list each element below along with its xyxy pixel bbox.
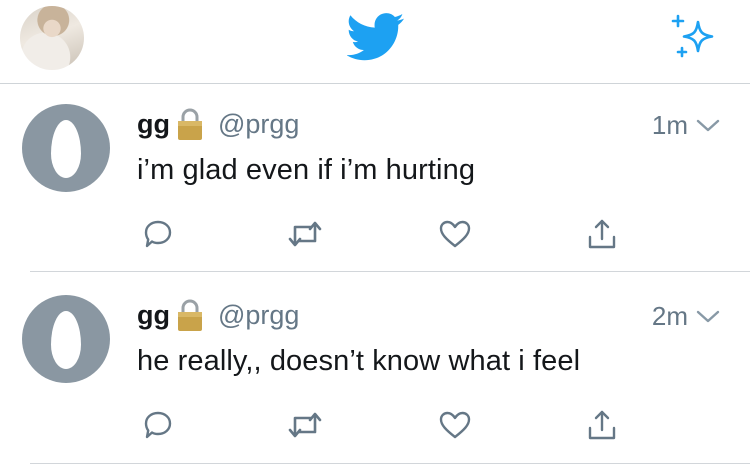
- like-button[interactable]: [435, 405, 475, 445]
- like-button[interactable]: [435, 214, 475, 254]
- heart-icon: [439, 220, 471, 248]
- handle[interactable]: @prgg: [218, 300, 299, 331]
- profile-avatar[interactable]: [20, 6, 84, 70]
- tweet[interactable]: gg @prgg 2m he really,, doesn’t know wha…: [0, 275, 750, 465]
- timestamp: 1m: [651, 110, 688, 140]
- reply-button[interactable]: [138, 405, 178, 445]
- tweet-divider: [30, 271, 750, 272]
- tweet-author[interactable]: gg @prgg: [137, 106, 299, 142]
- retweet-icon: [288, 412, 322, 438]
- tweet-actions: [0, 405, 750, 449]
- egg-icon: [51, 120, 81, 178]
- retweet-button[interactable]: [285, 405, 325, 445]
- tweet-actions: [0, 214, 750, 258]
- tweet-meta: 1m: [652, 110, 720, 141]
- heart-icon: [439, 411, 471, 439]
- retweet-icon: [288, 221, 322, 247]
- timestamp: 2m: [651, 301, 688, 331]
- share-button[interactable]: [582, 214, 622, 254]
- chevron-down-icon[interactable]: [696, 309, 720, 325]
- handle[interactable]: @prgg: [218, 109, 299, 140]
- tweet-text: i’m glad even if i’m hurting: [137, 154, 476, 186]
- sparkle-icon[interactable]: [668, 14, 718, 64]
- top-nav-bar: [0, 0, 750, 84]
- avatar[interactable]: [22, 295, 110, 383]
- tweet-text: he really,, doesn’t know what i feel: [137, 345, 581, 377]
- display-name[interactable]: gg: [137, 109, 170, 140]
- reply-icon: [144, 220, 172, 248]
- share-icon: [588, 410, 616, 440]
- reply-icon: [144, 411, 172, 439]
- tweet[interactable]: gg @prgg 1m i’m glad even if i’m hurting: [0, 84, 750, 274]
- egg-icon: [51, 311, 81, 369]
- display-name[interactable]: gg: [137, 300, 170, 331]
- share-button[interactable]: [582, 405, 622, 445]
- chevron-down-icon[interactable]: [696, 118, 720, 134]
- retweet-button[interactable]: [285, 214, 325, 254]
- avatar[interactable]: [22, 104, 110, 192]
- lock-icon: [178, 108, 202, 140]
- tweet-author[interactable]: gg @prgg: [137, 297, 299, 333]
- share-icon: [588, 219, 616, 249]
- tweet-divider: [30, 463, 750, 464]
- tweet-meta: 2m: [652, 301, 720, 332]
- lock-icon: [178, 299, 202, 331]
- twitter-bird-icon: [347, 13, 405, 61]
- reply-button[interactable]: [138, 214, 178, 254]
